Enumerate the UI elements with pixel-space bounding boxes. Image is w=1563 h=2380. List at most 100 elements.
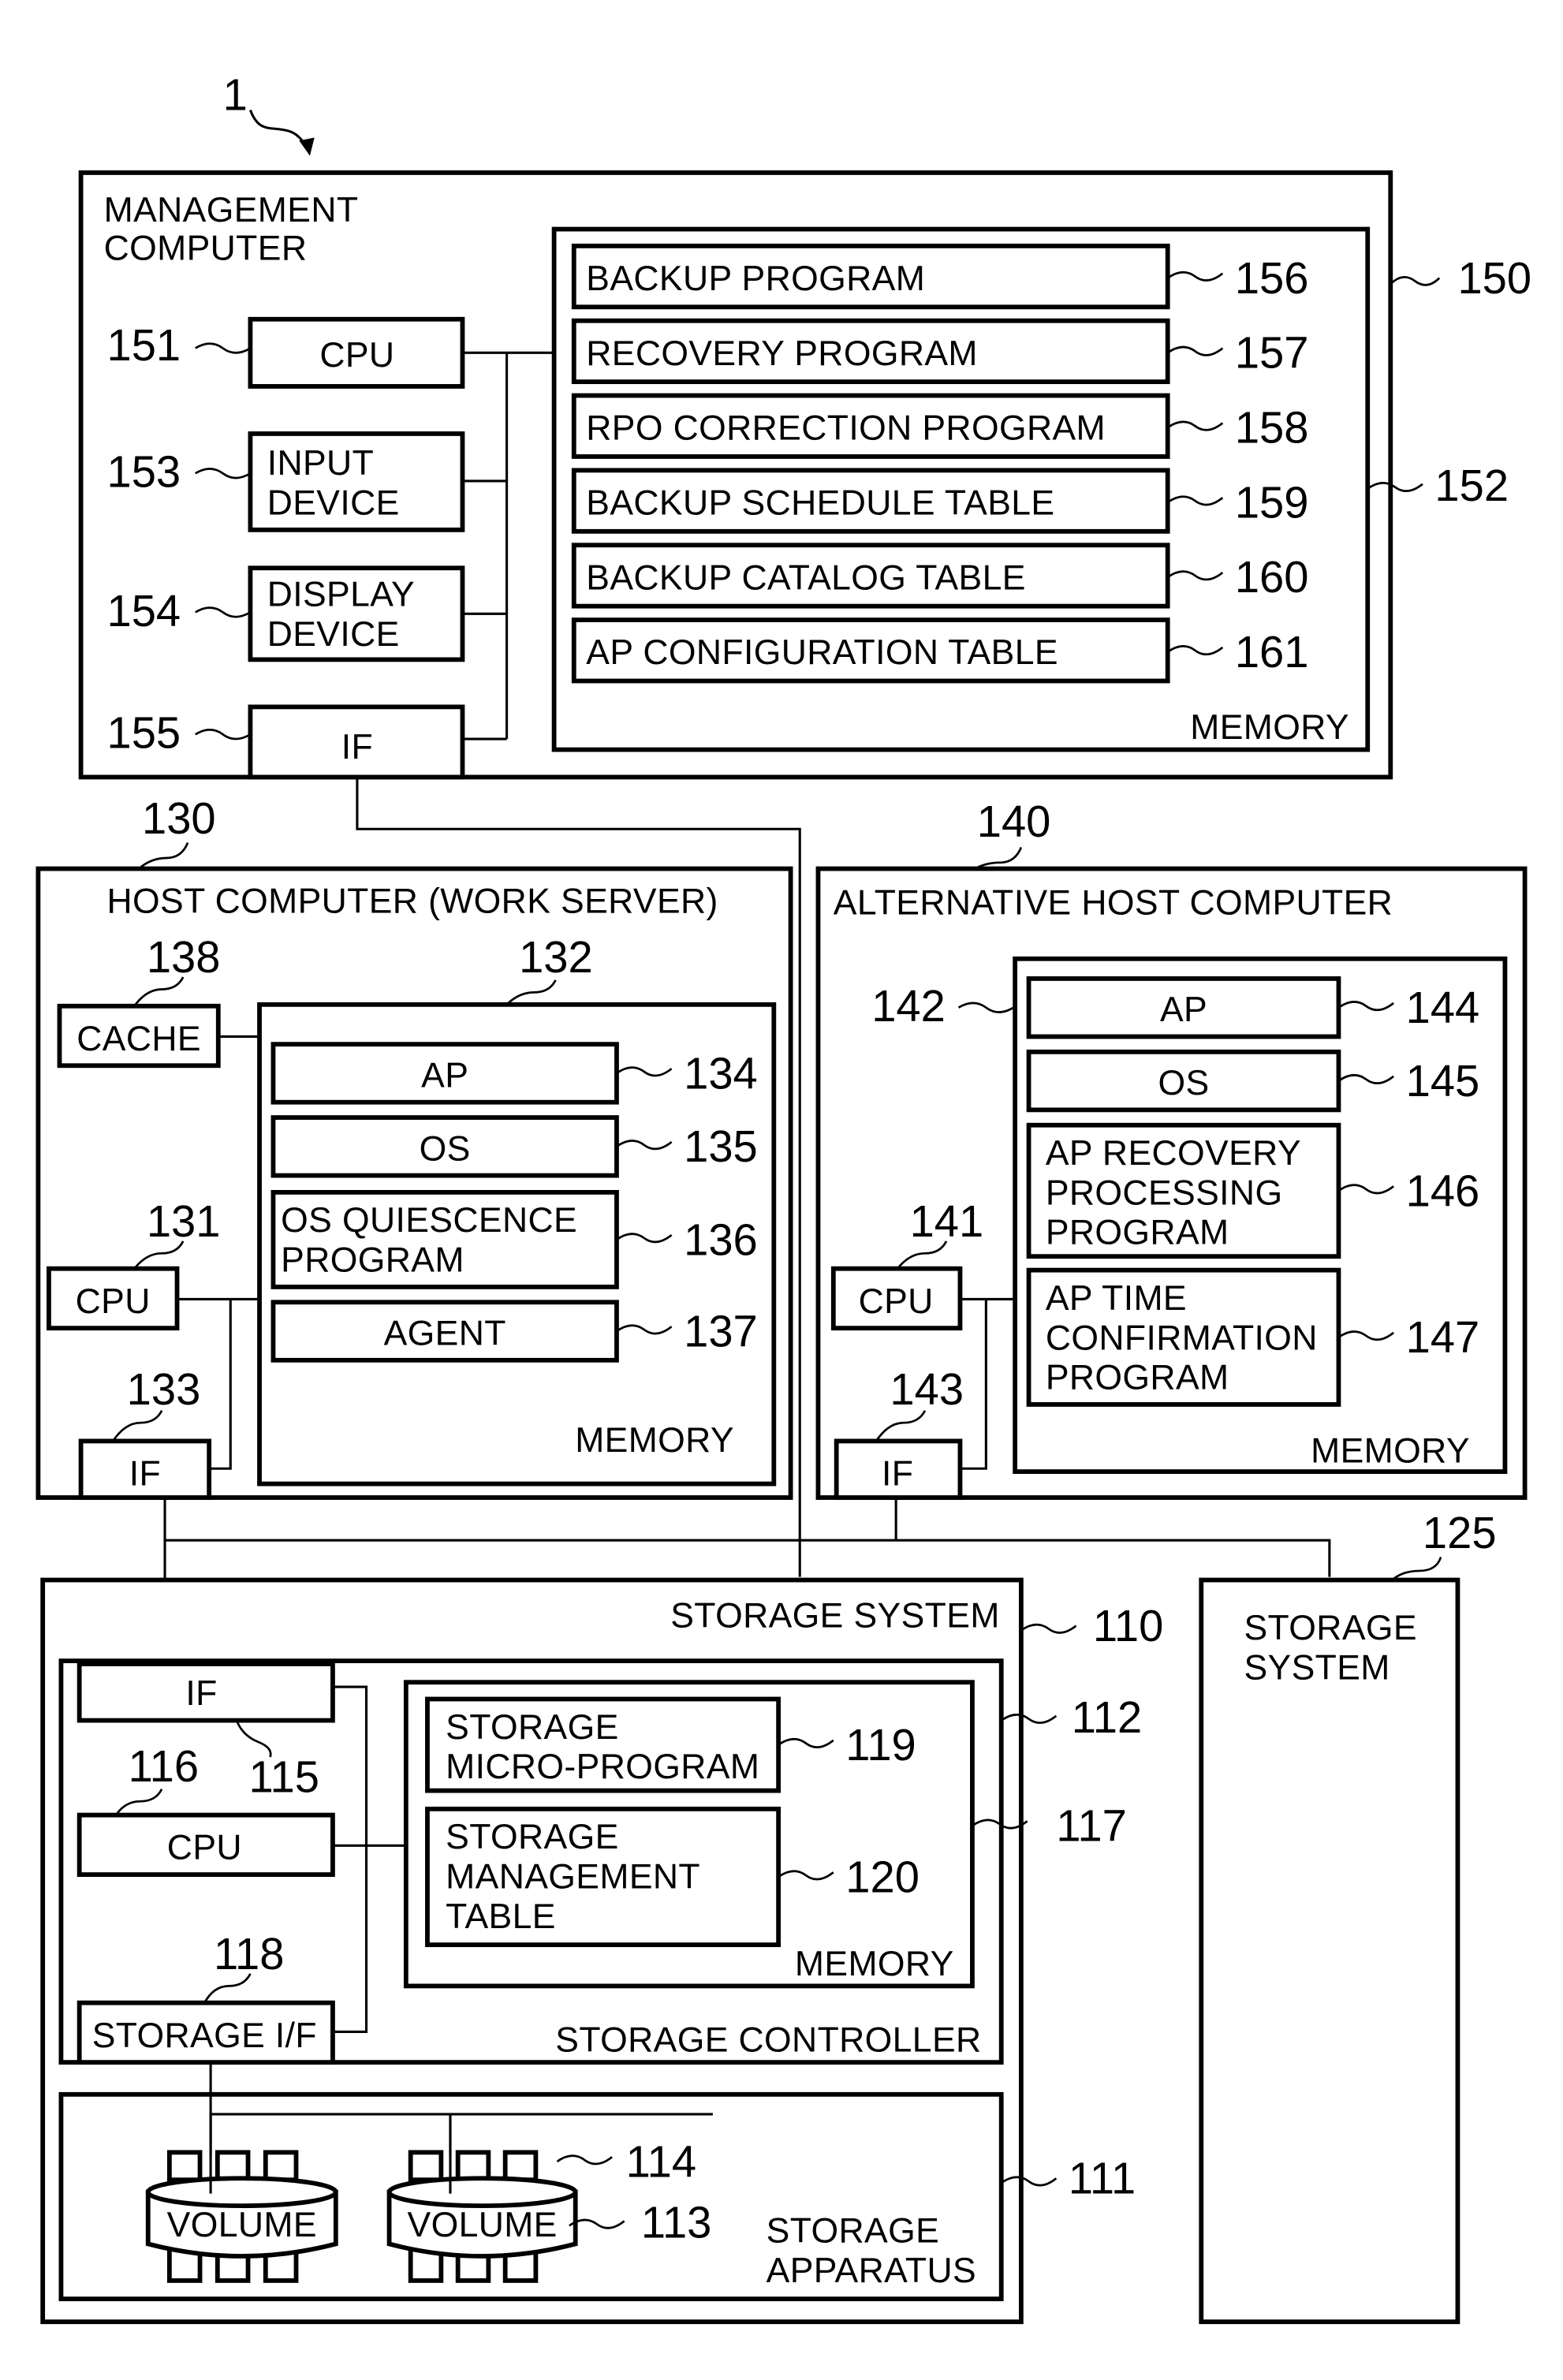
memory-item-label: RECOVERY PROGRAM	[586, 334, 978, 373]
ref-156: 156	[1235, 253, 1309, 303]
ref-131: 131	[147, 1196, 221, 1246]
host-cpu-label: CPU	[76, 1282, 151, 1321]
disk-icon	[166, 2150, 203, 2183]
memory-item-label-line: STORAGE	[446, 1708, 619, 1747]
memory-item-label-line: PROCESSING	[1046, 1173, 1283, 1212]
host-cache-label: CACHE	[76, 1020, 201, 1058]
memory-item-label: AP	[421, 1056, 468, 1095]
ref-111: 111	[1069, 2154, 1136, 2203]
storage-apparatus-line-2: APPARATUS	[767, 2251, 976, 2290]
ref-130: 130	[142, 793, 216, 843]
ref-141: 141	[910, 1196, 984, 1246]
ref-160: 160	[1235, 552, 1309, 602]
volume-label: VOLUME	[408, 2206, 558, 2244]
ref-153: 153	[106, 447, 181, 497]
disk-icon	[214, 2150, 251, 2183]
ref-144: 144	[1406, 983, 1480, 1032]
ref-142: 142	[871, 981, 946, 1031]
ref-155: 155	[106, 708, 181, 758]
memory-item-134: AP 134	[270, 1042, 758, 1105]
leader-125	[1391, 1557, 1442, 1581]
ref-147: 147	[1406, 1312, 1480, 1362]
ref-152: 152	[1434, 461, 1509, 510]
ref-132: 132	[519, 932, 593, 982]
storage-memory-label: MEMORY	[795, 1945, 954, 1983]
alt-cpu-label: CPU	[859, 1282, 934, 1321]
memory-item-135: OS 135	[270, 1115, 758, 1178]
ref-146: 146	[1406, 1166, 1480, 1215]
storage-if-label: IF	[185, 1674, 217, 1713]
memory-item-label-line: AP TIME	[1046, 1279, 1187, 1318]
host-if-label: IF	[129, 1455, 161, 1494]
other-storage-line-1: STORAGE	[1244, 1609, 1417, 1647]
memory-item-label-line: MICRO-PROGRAM	[446, 1748, 759, 1786]
disk-icon	[408, 2150, 444, 2183]
other-storage-box	[1199, 1577, 1460, 2325]
memory-item-144: AP 144	[1026, 976, 1480, 1039]
arrowhead-icon	[299, 137, 315, 156]
ref-157: 157	[1235, 328, 1309, 378]
ref-158: 158	[1235, 403, 1309, 453]
ref-label: 1	[223, 70, 248, 120]
ref-151: 151	[106, 320, 181, 370]
disk-icon	[455, 2150, 491, 2183]
input-device-line-2: DEVICE	[267, 484, 400, 523]
memory-item-label-line: STORAGE	[446, 1818, 619, 1856]
ref-136: 136	[684, 1214, 758, 1264]
volume-top-icon	[145, 2176, 338, 2209]
alt-memory-label: MEMORY	[1311, 1431, 1470, 1470]
system-block-diagram: 1 MANAGEMENT COMPUTER 150 CPU 151 INPUT …	[35, 70, 1531, 2325]
memory-item-label-line: MANAGEMENT	[446, 1858, 700, 1897]
management-title-line-1: MANAGEMENT	[104, 191, 359, 229]
management-computer: MANAGEMENT COMPUTER 150 CPU 151 INPUT DE…	[78, 170, 1531, 780]
memory-item-label: AGENT	[384, 1314, 506, 1352]
storage-cpu-label: CPU	[167, 1829, 242, 1867]
ref-154: 154	[106, 586, 181, 636]
other-storage-system: STORAGE SYSTEM 125	[1199, 1508, 1497, 2325]
storage-iface-label: STORAGE I/F	[92, 2016, 317, 2055]
ref-138: 138	[147, 932, 221, 982]
leader-130	[138, 842, 189, 870]
ref-113: 113	[641, 2198, 711, 2248]
memory-item-label-line: AP RECOVERY	[1046, 1134, 1301, 1173]
memory-item-label-line: TABLE	[446, 1897, 556, 1936]
mgmt-cpu-label: CPU	[319, 336, 394, 375]
ref-135: 135	[684, 1121, 758, 1171]
memory-item-label-line: PROGRAM	[281, 1241, 464, 1280]
input-device-line-1: INPUT	[267, 444, 374, 483]
memory-item-label: AP CONFIGURATION TABLE	[586, 633, 1058, 672]
ref-118: 118	[214, 1929, 284, 1979]
mgmt-if-label: IF	[341, 728, 373, 767]
ref-140: 140	[977, 796, 1051, 846]
ref-110: 110	[1093, 1601, 1163, 1651]
ref-143: 143	[890, 1364, 964, 1414]
system-ref: 1	[223, 70, 315, 156]
ref-137: 137	[684, 1306, 758, 1356]
memory-item-label: AP	[1160, 990, 1207, 1029]
ref-133: 133	[127, 1364, 201, 1414]
disk-icon	[263, 2150, 299, 2183]
memory-item-137: AGENT 137	[270, 1300, 758, 1363]
ref-112: 112	[1072, 1692, 1142, 1742]
ref-125: 125	[1423, 1508, 1497, 1557]
ref-116: 116	[129, 1741, 199, 1791]
storage-system-title: STORAGE SYSTEM	[670, 1597, 1000, 1636]
memory-item-label: OS	[420, 1129, 471, 1168]
host-title: HOST COMPUTER (WORK SERVER)	[106, 882, 718, 921]
volume-label: VOLUME	[167, 2206, 317, 2244]
ref-120: 120	[845, 1852, 920, 1901]
memory-item-label: BACKUP CATALOG TABLE	[586, 558, 1026, 597]
alt-if-label: IF	[882, 1455, 913, 1494]
memory-item-label-line: PROGRAM	[1046, 1359, 1229, 1397]
ref-119: 119	[845, 1720, 916, 1770]
memory-item-label: RPO CORRECTION PROGRAM	[586, 409, 1106, 448]
leader-150	[1390, 276, 1441, 286]
ref-159: 159	[1235, 477, 1309, 527]
ref-114: 114	[626, 2136, 696, 2186]
memory-item-label: BACKUP SCHEDULE TABLE	[586, 484, 1054, 523]
ref-150: 150	[1457, 253, 1531, 303]
other-storage-line-2: SYSTEM	[1244, 1648, 1390, 1687]
ref-145: 145	[1406, 1056, 1480, 1106]
management-title-line-2: COMPUTER	[104, 229, 308, 267]
memory-item-label: BACKUP PROGRAM	[586, 259, 925, 298]
